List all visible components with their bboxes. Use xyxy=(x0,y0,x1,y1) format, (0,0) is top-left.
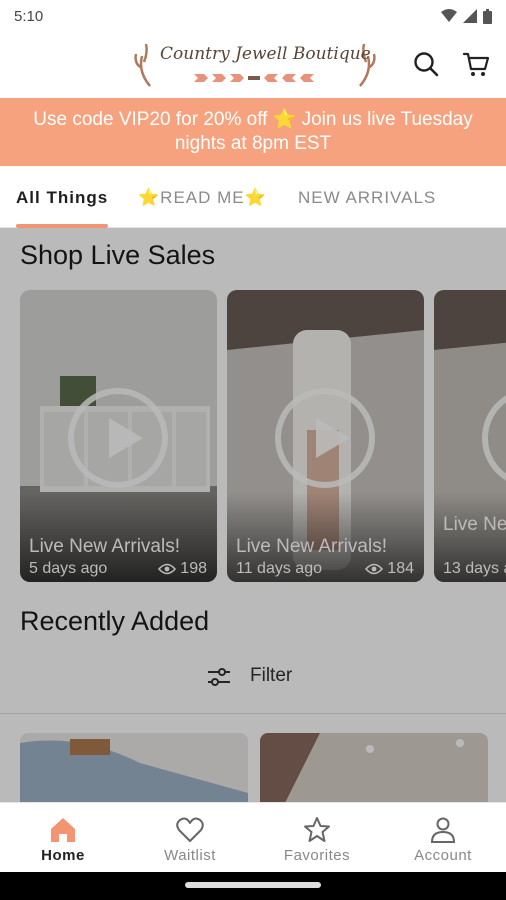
tab-read-me[interactable]: ⭐READ ME⭐ xyxy=(138,188,267,208)
cart-button[interactable] xyxy=(458,46,494,82)
brand-logo[interactable]: Country Jewell Boutique xyxy=(132,38,378,92)
home-gesture-pill[interactable] xyxy=(185,882,321,888)
eye-icon xyxy=(158,563,177,575)
system-nav-bar xyxy=(0,872,506,900)
tab-all-things[interactable]: All Things xyxy=(16,188,108,208)
play-icon xyxy=(316,418,350,458)
search-icon xyxy=(414,52,439,77)
status-time: 5:10 xyxy=(14,7,44,25)
nav-account[interactable]: Account xyxy=(380,803,506,873)
search-button[interactable] xyxy=(408,46,444,82)
star-icon xyxy=(304,817,330,842)
account-icon xyxy=(430,817,456,843)
view-count: 184 xyxy=(365,560,414,578)
recently-added-title: Recently Added xyxy=(20,606,210,636)
category-tabs: All Things ⭐READ ME⭐ NEW ARRIVALS xyxy=(0,166,506,228)
battery-icon xyxy=(483,8,492,24)
live-sale-age: 11 days ago xyxy=(236,560,322,577)
eye-icon xyxy=(365,563,384,575)
nav-waitlist-label: Waitlist xyxy=(164,847,216,864)
filter-button[interactable] xyxy=(206,664,232,695)
live-sale-title: Live New Arrivals! xyxy=(236,536,387,557)
product-thumbnail xyxy=(20,733,248,802)
bottom-nav: Home Waitlist Favorites Account xyxy=(0,802,506,872)
live-sale-card[interactable]: Live New Arrivals! 11 days ago 184 xyxy=(227,290,424,582)
tab-new-arrivals[interactable]: NEW ARRIVALS xyxy=(298,188,436,208)
product-card[interactable] xyxy=(260,733,488,802)
play-button[interactable] xyxy=(275,388,375,488)
nav-home[interactable]: Home xyxy=(0,803,126,873)
heart-icon xyxy=(176,817,204,842)
live-sale-title: Live New Arrivals! xyxy=(29,536,180,557)
live-sale-age: 5 days ago xyxy=(29,560,108,577)
view-count-value: 198 xyxy=(180,560,207,577)
app-header: Country Jewell Boutique xyxy=(0,32,506,98)
status-bar: 5:10 xyxy=(0,0,506,32)
nav-waitlist[interactable]: Waitlist xyxy=(127,803,253,873)
nav-favorites-label: Favorites xyxy=(283,847,351,864)
live-sale-card[interactable]: Live New Arrivals! 13 days ago xyxy=(434,290,506,582)
nav-favorites[interactable]: Favorites xyxy=(254,803,380,873)
product-card[interactable] xyxy=(20,733,248,802)
logo-text: Country Jewell Boutique xyxy=(160,44,371,64)
product-thumbnail xyxy=(260,733,488,802)
live-sale-age: 13 days ago xyxy=(443,560,506,577)
view-count: 198 xyxy=(158,560,207,578)
nav-account-label: Account xyxy=(414,847,472,864)
play-icon xyxy=(109,418,143,458)
play-button[interactable] xyxy=(68,388,168,488)
filter-label[interactable]: Filter xyxy=(250,665,292,687)
view-count-value: 184 xyxy=(387,560,414,577)
home-icon xyxy=(51,818,75,842)
filter-row: Filter xyxy=(0,658,506,714)
wifi-icon xyxy=(441,9,457,22)
filter-icon xyxy=(208,668,230,686)
signal-icon xyxy=(463,9,477,23)
promo-banner[interactable]: Use code VIP20 for 20% off ⭐ Join us liv… xyxy=(0,98,506,166)
status-icons xyxy=(441,8,492,24)
cart-icon xyxy=(462,52,490,76)
live-sales-title: Shop Live Sales xyxy=(20,240,216,270)
main-content: Shop Live Sales Live New Arrivals! 5 day… xyxy=(0,228,506,802)
nav-home-label: Home xyxy=(41,847,85,864)
live-sale-card[interactable]: Live New Arrivals! 5 days ago 198 xyxy=(20,290,217,582)
live-sale-title: Live New Arrivals! xyxy=(443,514,506,535)
